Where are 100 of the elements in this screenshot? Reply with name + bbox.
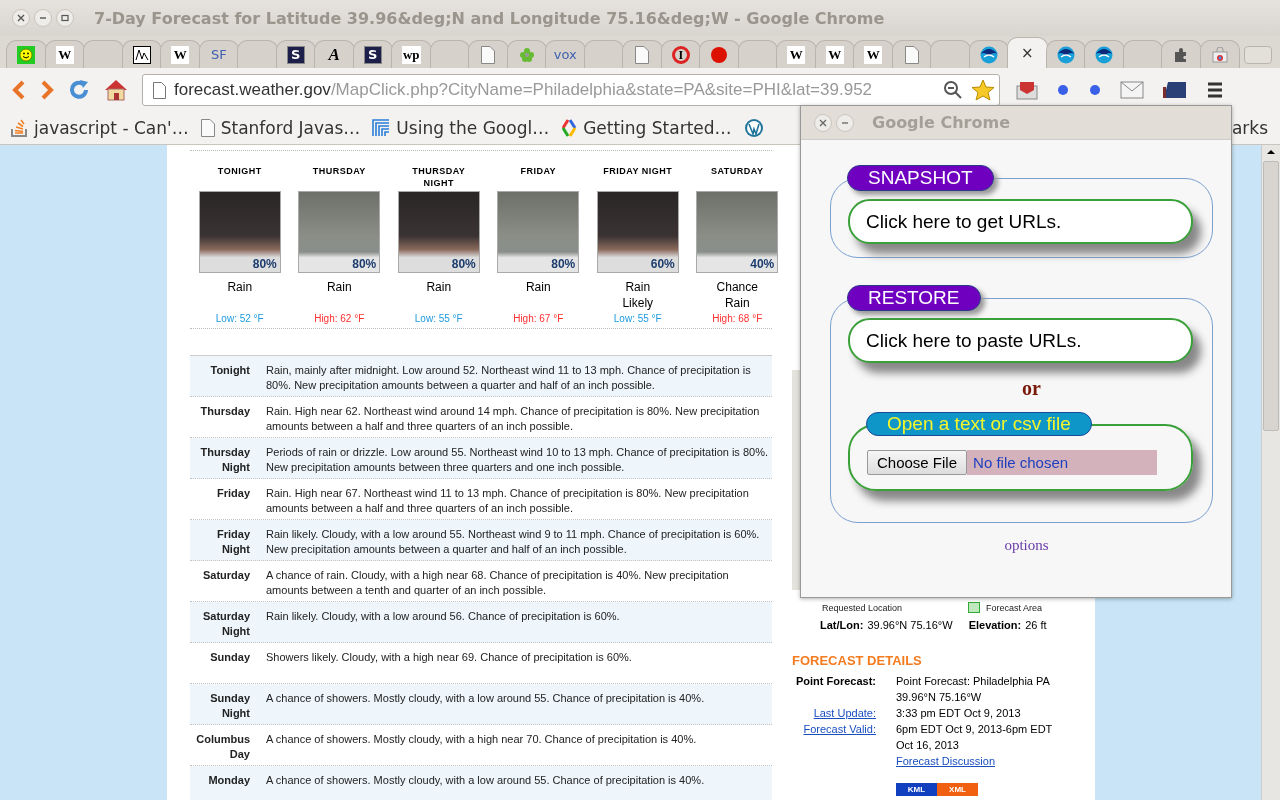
tab-favicon: I — [671, 45, 690, 64]
options-link[interactable]: options — [994, 537, 1049, 554]
reload-icon[interactable] — [68, 79, 90, 101]
mail-badge-icon[interactable] — [1016, 80, 1038, 100]
period-name: SATURDAY — [710, 165, 765, 178]
bookmark-item[interactable]: Getting Started… — [561, 118, 732, 138]
condition-text: Rain Likely — [621, 279, 655, 311]
period-label: Thursday — [199, 404, 250, 419]
document-icon — [904, 45, 919, 64]
browser-tab[interactable]: vox — [545, 40, 586, 68]
forecast-text: Rain. High near 67. Northeast wind 11 to 13 mph. Chance of precipitation is 80%. New precipitation amounts between a half and three quarters of an inch possible. — [266, 486, 750, 516]
temperature-text: High: 62 °F — [314, 313, 365, 324]
tab-favicon: A — [326, 45, 341, 64]
period-label: Saturday Night — [201, 609, 250, 639]
shopping-bag-icon — [1211, 46, 1228, 63]
browser-tab[interactable]: I — [660, 40, 701, 68]
wordpress-icon — [743, 118, 764, 138]
detail-link[interactable]: Forecast Valid: — [792, 721, 876, 753]
field-label: Elevation: — [968, 619, 1022, 631]
envelope-icon[interactable] — [1120, 81, 1144, 99]
condition-text: Rain — [226, 279, 254, 296]
get-urls-button[interactable]: Click here to get URLs. — [848, 199, 1193, 244]
close-icon[interactable] — [12, 9, 30, 27]
back-icon[interactable] — [12, 79, 26, 101]
maximize-icon[interactable] — [56, 9, 74, 27]
condition-text: Rain — [524, 279, 552, 296]
field-label: Lat/Lon: — [820, 619, 864, 631]
scrollbar-thumb[interactable] — [1263, 161, 1279, 431]
forecast-text: Rain, mainly after midnight. Low around 52. Northeast wind 11 to 13 mph. Chance of precipitation is 80%. New precipitation amounts between a quarter and half of an inch possible. — [266, 363, 752, 393]
address-bar[interactable]: forecast.weather.gov/MapClick.php?CityName=Philadelphia&state=PA&site=PHI&lat=39.952 — [142, 74, 1000, 106]
browser-tab[interactable]: W — [44, 40, 85, 68]
tab-close-button[interactable]: × — [1020, 44, 1034, 62]
period-label: Columbus Day — [195, 731, 250, 762]
forecast-text: Showers likely. Cloudy, with a high near 69. Chance of precipitation is 60%. — [266, 650, 632, 665]
format-badge[interactable]: KML — [896, 783, 937, 796]
forecast-text: Rain. High near 62. Northeast wind around 14 mph. Chance of precipitation is 80%. New precipitation amounts between a half and three quarters of an inch possible. — [266, 404, 761, 434]
choose-file-button[interactable]: Choose File — [867, 450, 968, 475]
precip-chance: 60% — [650, 257, 676, 272]
bookmark-item[interactable]: javascript - Can'… — [10, 118, 189, 138]
minimize-icon[interactable] — [836, 113, 854, 132]
browser-tab[interactable]: S — [352, 40, 393, 68]
browser-tab[interactable]: W — [853, 40, 894, 68]
chart-icon — [132, 45, 151, 64]
bookmark-item[interactable] — [743, 118, 764, 138]
books-icon[interactable] — [1162, 81, 1188, 99]
forecast-text: A chance of rain. Cloudy, with a high near 68. Chance of precipitation is 40%. New precipitation amounts between a tenth and quarter of an inch possible. — [266, 568, 730, 598]
browser-tab[interactable]: A — [314, 40, 355, 68]
section-heading: FORECAST DETAILS — [792, 653, 923, 668]
temperature-text: Low: 52 °F — [215, 313, 264, 324]
period-label: Thursday Night — [199, 445, 250, 475]
tab-favicon: S — [286, 45, 305, 64]
forecast-text: Periods of rain or drizzle. Low around 55. Northeast wind 10 to 13 mph. Chance of precipitation is 80%. New precipitation amounts between three quarters and one inch possible. — [266, 445, 769, 475]
temperature-text: High: 67 °F — [513, 313, 564, 324]
zoom-out-icon[interactable] — [943, 80, 963, 100]
browser-tab[interactable]: wp — [391, 40, 432, 68]
page-icon — [153, 81, 166, 99]
precip-chance: 40% — [750, 257, 776, 272]
section-legend: SNAPSHOT — [847, 165, 994, 191]
period-name: FRIDAY NIGHT — [602, 165, 673, 178]
tab-favicon: W — [864, 45, 883, 64]
tab-favicon: W — [171, 45, 190, 64]
forecast-text: Rain likely. Cloudy, with a low around 55. Northeast wind 9 to 11 mph. Chance of precipitation is 60%. New precipitation amounts between a quarter and half of an inch possible. — [266, 527, 761, 557]
browser-tab[interactable] — [1045, 40, 1086, 68]
browser-tab[interactable]: SF — [198, 40, 239, 68]
browser-tab[interactable]: × — [1007, 37, 1048, 68]
home-icon[interactable] — [104, 79, 128, 101]
bookmark-item[interactable]: Stanford Javas… — [200, 118, 361, 138]
browser-tab[interactable]: S — [275, 40, 316, 68]
tab-favicon: W — [55, 45, 74, 64]
precip-chance: 80% — [451, 257, 477, 272]
bookmark-star-icon[interactable] — [971, 79, 995, 101]
browser-tab[interactable] — [968, 40, 1009, 68]
browser-tab[interactable]: W — [814, 40, 855, 68]
dot-icon[interactable] — [1056, 83, 1070, 97]
close-icon[interactable] — [814, 113, 832, 132]
browser-tab[interactable]: W — [776, 40, 817, 68]
minimize-icon[interactable] — [34, 9, 52, 27]
tab-favicon: SF — [209, 46, 228, 64]
browser-tab[interactable] — [121, 40, 162, 68]
dot-icon[interactable] — [1088, 83, 1102, 97]
bookmark-item[interactable]: Using the Googl… — [372, 118, 550, 138]
flower-icon — [517, 45, 536, 64]
period-label: Friday Night — [216, 527, 250, 557]
paste-urls-button[interactable]: Click here to paste URLs. — [848, 318, 1193, 363]
menu-icon[interactable] — [1206, 81, 1224, 99]
period-label: Sunday — [209, 650, 250, 665]
period-label: Tonight — [209, 363, 250, 378]
discussion-link[interactable]: Forecast Discussion — [896, 753, 1066, 769]
tab-favicon: wp — [401, 45, 421, 64]
forward-icon[interactable] — [40, 79, 54, 101]
browser-tab[interactable] — [1084, 40, 1125, 68]
period-name: FRIDAY — [519, 165, 558, 178]
period-name: THURSDAY NIGHT — [411, 165, 467, 190]
document-icon — [481, 45, 496, 64]
forecast-text: Rain likely. Cloudy, with a low around 56. Chance of precipitation is 60%. — [266, 609, 620, 624]
stack-icon — [10, 119, 28, 137]
temperature-text: Low: 55 °F — [613, 313, 662, 324]
bookmark-item[interactable]: arks — [1231, 118, 1268, 138]
detail-link[interactable]: Last Update: — [792, 705, 876, 721]
browser-tab[interactable]: W — [160, 40, 201, 68]
